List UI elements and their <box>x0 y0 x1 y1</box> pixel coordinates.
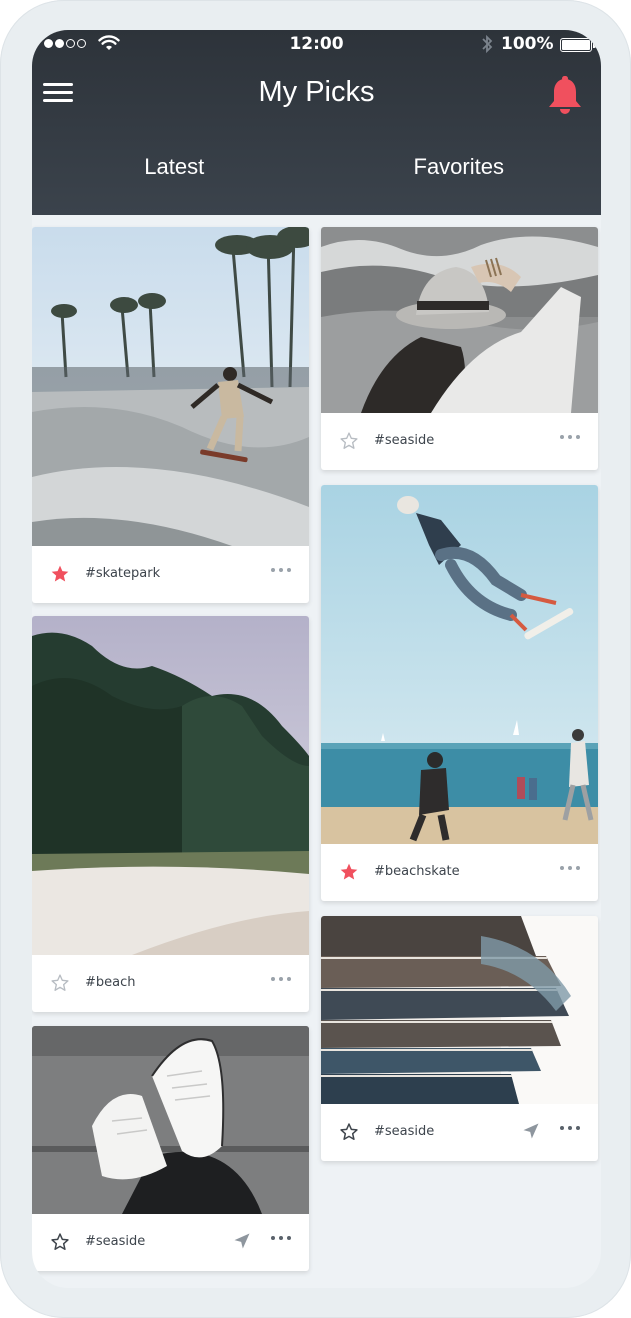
card-footer: #beachskate <box>321 844 598 901</box>
photo-card[interactable]: #seaside <box>321 916 598 1161</box>
star-outline-icon[interactable] <box>50 973 70 993</box>
status-bar: 12:00 100% <box>32 30 601 60</box>
tab-bar: Latest Favorites <box>32 145 601 215</box>
card-tag: #beach <box>85 975 136 990</box>
app-header: 12:00 100% My Picks Latest Favorites <box>32 30 601 215</box>
bell-icon[interactable] <box>546 76 584 116</box>
photo-sneakers <box>32 1026 309 1214</box>
star-filled-icon[interactable] <box>50 564 70 584</box>
tab-indicator <box>350 212 601 215</box>
card-tag: #skatepark <box>85 566 161 581</box>
more-options-icon[interactable] <box>271 1236 291 1240</box>
photo-skatepark <box>32 227 309 546</box>
app-screen: 12:00 100% My Picks Latest Favorites #sk… <box>32 30 601 1288</box>
send-icon[interactable] <box>232 1231 252 1251</box>
card-footer: #seaside <box>32 1214 309 1271</box>
battery-icon <box>560 38 596 52</box>
card-tag: #seaside <box>374 433 435 448</box>
card-footer: #seaside <box>321 413 598 470</box>
photo-books <box>321 916 598 1104</box>
battery-percent: 100% <box>501 34 554 54</box>
more-options-icon[interactable] <box>271 568 291 572</box>
card-tag: #beachskate <box>374 864 460 879</box>
card-footer: #beach <box>32 955 309 1012</box>
star-filled-icon[interactable] <box>339 862 359 882</box>
star-outline-icon[interactable] <box>339 431 359 451</box>
photo-card[interactable]: #beach <box>32 616 309 1012</box>
photo-seaside-hat <box>321 227 598 413</box>
card-footer: #seaside <box>321 1104 598 1161</box>
tab-latest[interactable]: Latest <box>32 145 317 215</box>
photo-card[interactable]: #seaside <box>321 227 598 470</box>
more-options-icon[interactable] <box>560 435 580 439</box>
more-options-icon[interactable] <box>560 866 580 870</box>
star-outline-icon[interactable] <box>50 1232 70 1252</box>
photo-beachskate <box>321 485 598 844</box>
more-options-icon[interactable] <box>271 977 291 981</box>
more-options-icon[interactable] <box>560 1126 580 1130</box>
photo-card[interactable]: #skatepark <box>32 227 309 603</box>
photo-card[interactable]: #beachskate <box>321 485 598 901</box>
bluetooth-icon <box>482 34 493 54</box>
page-title: My Picks <box>258 76 375 108</box>
star-outline-icon[interactable] <box>339 1122 359 1142</box>
card-footer: #skatepark <box>32 546 309 603</box>
card-tag: #seaside <box>374 1124 435 1139</box>
card-tag: #seaside <box>85 1234 146 1249</box>
photo-beach <box>32 616 309 955</box>
photo-card[interactable]: #seaside <box>32 1026 309 1271</box>
tab-favorites[interactable]: Favorites <box>317 145 602 215</box>
send-icon[interactable] <box>521 1121 541 1141</box>
phone-frame: 12:00 100% My Picks Latest Favorites #sk… <box>0 0 631 1318</box>
